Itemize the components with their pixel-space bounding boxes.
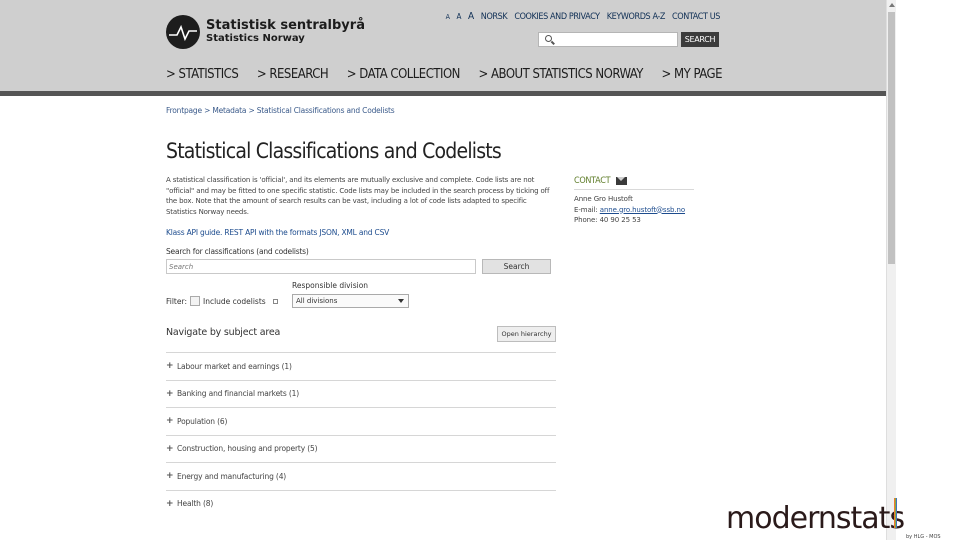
chevron-down-icon (398, 299, 404, 303)
email-link[interactable]: anne.gro.hustoft@ssb.no (600, 206, 685, 214)
division-select[interactable]: All divisions (292, 294, 409, 308)
division-label: Responsible division (292, 281, 369, 290)
email-label: E-mail: (574, 205, 598, 214)
logo-title: Statistisk sentralbyrå (206, 18, 365, 33)
plus-icon: + (166, 416, 174, 427)
nav-my-page[interactable]: > MY PAGE (662, 67, 723, 82)
svg-text:by HLG - MOS: by HLG - MOS (906, 534, 941, 540)
nav-research[interactable]: > RESEARCH (257, 67, 329, 82)
text-size-large[interactable]: A (468, 11, 474, 22)
scrollbar[interactable] (886, 0, 896, 540)
link-contact-us[interactable]: CONTACT US (672, 12, 720, 22)
plus-icon: + (166, 388, 174, 399)
class-search-label: Search for classifications (and codelist… (166, 247, 309, 256)
site-search-button[interactable]: SEARCH (681, 32, 719, 47)
plus-icon: + (166, 498, 174, 509)
site-search-input[interactable] (538, 32, 678, 47)
breadcrumb[interactable]: Frontpage > Metadata > Statistical Class… (166, 106, 556, 115)
link-norsk[interactable]: NORSK (481, 12, 508, 22)
header-divider (0, 91, 886, 96)
class-search-input[interactable]: Search (166, 259, 476, 274)
navigate-heading: Navigate by subject area (166, 327, 281, 338)
scroll-thumb[interactable] (888, 12, 895, 264)
contact-phone: Phone: 40 90 25 53 (574, 216, 641, 224)
division-select-value: All divisions (296, 297, 338, 305)
nav-statistics[interactable]: > STATISTICS (166, 67, 239, 82)
contact-title: CONTACT (574, 176, 611, 186)
include-codelists-label: Include codelists (202, 296, 266, 306)
subject-list: + Labour market and earnings (1) + Banking… (166, 352, 556, 517)
link-cookies[interactable]: COOKIES AND PRIVACY (514, 12, 600, 22)
browser-page: Statistisk sentralbyrå Statistics Norway… (0, 0, 886, 540)
modernstats-logo: modernstats by HLG - MOS (726, 498, 941, 540)
nav-data-collection[interactable]: > DATA COLLECTION (347, 67, 461, 82)
ssb-logo[interactable]: Statistisk sentralbyrå Statistics Norway (166, 15, 365, 49)
text-size-medium[interactable]: A (457, 12, 462, 21)
intro-text: A statistical classification is 'officia… (166, 176, 550, 216)
plus-icon: + (166, 361, 174, 372)
subject-item[interactable]: + Construction, housing and property (5) (166, 434, 556, 463)
open-hierarchy-button[interactable]: Open hierarchy (497, 326, 556, 342)
search-icon (545, 35, 552, 42)
text-size-small[interactable]: A (446, 13, 450, 21)
subject-item[interactable]: + Health (8) (166, 489, 556, 518)
contact-name: Anne Gro Hustoft (574, 195, 633, 203)
utility-links: A A A NORSK COOKIES AND PRIVACY KEYWORDS… (446, 11, 721, 22)
info-icon[interactable] (272, 298, 278, 304)
class-search-button[interactable]: Search (482, 259, 551, 274)
page-title: Statistical Classifications and Codelist… (166, 139, 502, 163)
filter-row: Filter: Include codelists (166, 296, 278, 306)
mail-icon (616, 177, 628, 185)
filter-label: Filter: (166, 296, 187, 306)
include-codelists-checkbox[interactable] (189, 296, 200, 306)
scroll-up-icon[interactable] (889, 3, 895, 7)
api-guide-link[interactable]: Klass API guide. REST API with the forma… (166, 228, 389, 237)
nav-about[interactable]: > ABOUT STATISTICS NORWAY (479, 67, 644, 82)
logo-subtitle: Statistics Norway (206, 33, 305, 44)
subject-item[interactable]: + Banking and financial markets (1) (166, 379, 556, 408)
watermark-text: modernstats (726, 501, 904, 536)
subject-item[interactable]: + Population (6) (166, 407, 556, 435)
site-search: SEARCH (538, 32, 720, 47)
subject-item[interactable]: + Energy and manufacturing (4) (166, 462, 556, 490)
link-keywords[interactable]: KEYWORDS A-Z (607, 12, 666, 22)
main-nav: > STATISTICS > RESEARCH > DATA COLLECTIO… (166, 67, 722, 82)
subject-item[interactable]: + Labour market and earnings (1) (166, 352, 556, 380)
plus-icon: + (166, 471, 174, 482)
plus-icon: + (166, 443, 174, 454)
ssb-logo-icon (166, 15, 200, 49)
contact-box: CONTACT Anne Gro Hustoft E-mail: anne.gr… (574, 176, 714, 226)
